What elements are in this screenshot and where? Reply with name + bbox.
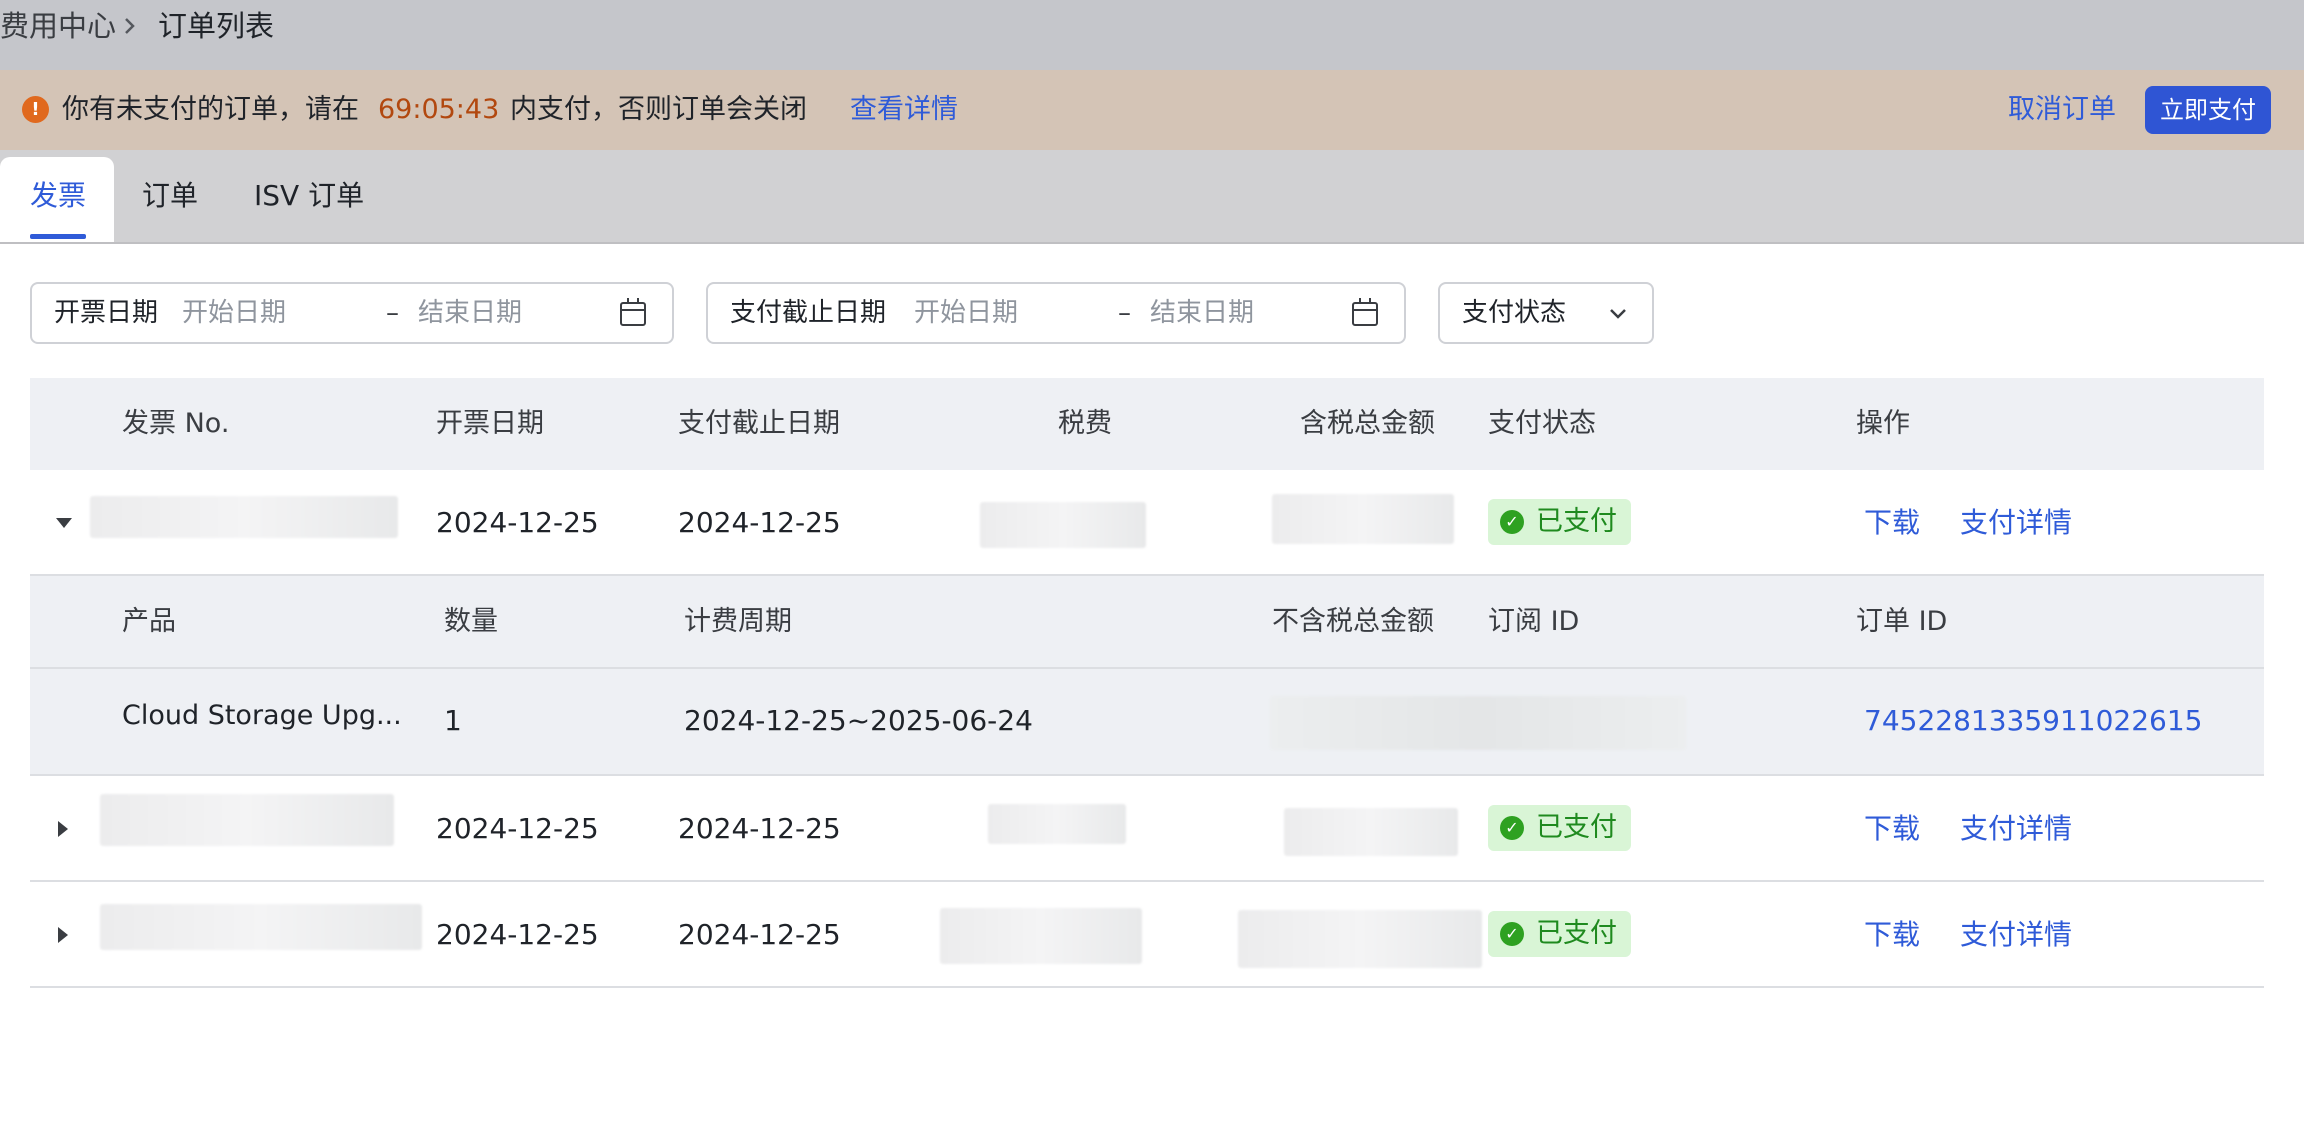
header-total-with-tax: 含税总金额 xyxy=(1300,408,1435,439)
check-circle-icon: ✓ xyxy=(1500,922,1524,946)
expand-row-icon[interactable] xyxy=(58,927,68,943)
chevron-down-icon xyxy=(1610,309,1626,319)
header-invoice-date: 开票日期 xyxy=(436,408,544,439)
breadcrumb-parent[interactable]: 费用中心 xyxy=(0,8,116,44)
divider xyxy=(30,986,2264,988)
due-end-date-input[interactable]: 结束日期 xyxy=(1150,297,1254,329)
pay-now-button[interactable]: 立即支付 xyxy=(2145,86,2271,134)
order-id-link[interactable]: 7452281335911022615 xyxy=(1864,703,2202,739)
invoice-number-redacted xyxy=(90,496,398,538)
header-tax: 税费 xyxy=(1058,408,1112,439)
subheader-quantity: 数量 xyxy=(444,606,498,637)
due-date-cell: 2024-12-25 xyxy=(678,506,841,539)
calendar-icon[interactable] xyxy=(1352,298,1378,326)
header-invoice-no: 发票 No. xyxy=(122,408,230,439)
breadcrumb-bar xyxy=(0,0,2304,70)
cancel-order-button[interactable]: 取消订单 xyxy=(2008,92,2116,128)
check-circle-icon: ✓ xyxy=(1500,510,1524,534)
header-actions: 操作 xyxy=(1856,408,1910,439)
due-date-cell: 2024-12-25 xyxy=(678,812,841,845)
invoice-date-cell: 2024-12-25 xyxy=(436,918,599,951)
total-redacted xyxy=(1238,910,1482,968)
invoice-number-redacted xyxy=(100,904,422,950)
status-badge: ✓ 已支付 xyxy=(1488,805,1631,851)
tax-redacted xyxy=(980,502,1146,548)
product-cell: Cloud Storage Upg... xyxy=(122,700,402,731)
subheader-billing-period: 计费周期 xyxy=(684,606,792,637)
check-circle-icon: ✓ xyxy=(1500,816,1524,840)
divider xyxy=(30,774,2264,776)
header-due-date: 支付截止日期 xyxy=(678,408,840,439)
billing-period-cell: 2024-12-25~2025-06-24 xyxy=(684,704,1033,737)
invoice-number-redacted xyxy=(100,794,394,846)
subheader-order-id: 订单 ID xyxy=(1856,606,1948,637)
due-start-date-input[interactable]: 开始日期 xyxy=(914,297,1018,329)
tab-active-indicator xyxy=(30,234,86,239)
subheader-product: 产品 xyxy=(122,606,176,637)
date-range-dash: – xyxy=(386,298,399,328)
tax-redacted xyxy=(988,804,1126,844)
notice-text-before: 你有未支付的订单，请在 xyxy=(62,94,359,125)
status-badge-label: 已支付 xyxy=(1536,506,1617,537)
download-link[interactable]: 下载 xyxy=(1864,917,1920,953)
tab-invoice[interactable]: 发票 xyxy=(30,176,86,216)
amount-and-subscription-redacted xyxy=(1270,696,1686,750)
status-badge: ✓ 已支付 xyxy=(1488,911,1631,957)
subheader-total-without-tax: 不含税总金额 xyxy=(1272,606,1434,637)
due-date-label: 支付截止日期 xyxy=(730,298,887,328)
breadcrumb-current: 订单列表 xyxy=(158,9,275,43)
invoice-end-date-input[interactable]: 结束日期 xyxy=(418,297,522,329)
subheader-subscription-id: 订阅 ID xyxy=(1488,606,1580,637)
notice-text-after: 内支付，否则订单会关闭 xyxy=(510,94,807,125)
tab-isv-order[interactable]: ISV 订单 xyxy=(254,176,364,216)
date-range-dash: – xyxy=(1118,298,1131,328)
invoice-start-date-input[interactable]: 开始日期 xyxy=(182,297,286,329)
calendar-icon[interactable] xyxy=(620,298,646,326)
status-badge: ✓ 已支付 xyxy=(1488,499,1631,545)
invoice-date-cell: 2024-12-25 xyxy=(436,812,599,845)
tab-order[interactable]: 订单 xyxy=(142,176,198,216)
divider xyxy=(30,667,2264,669)
table-header xyxy=(30,378,2264,470)
payment-status-label: 支付状态 xyxy=(1462,298,1567,328)
payment-details-link[interactable]: 支付详情 xyxy=(1960,811,2072,847)
view-details-link[interactable]: 查看详情 xyxy=(850,92,958,128)
divider xyxy=(30,880,2264,882)
status-badge-label: 已支付 xyxy=(1536,812,1617,843)
payment-details-link[interactable]: 支付详情 xyxy=(1960,917,2072,953)
total-redacted xyxy=(1284,808,1458,856)
countdown-timer: 69:05:43 xyxy=(378,94,500,125)
exclamation-icon: ! xyxy=(22,96,49,123)
divider xyxy=(30,574,2264,576)
collapse-row-icon[interactable] xyxy=(56,518,72,528)
tax-redacted xyxy=(940,908,1142,964)
status-badge-label: 已支付 xyxy=(1536,918,1617,949)
expand-row-icon[interactable] xyxy=(58,821,68,837)
quantity-cell: 1 xyxy=(444,704,462,737)
invoice-date-cell: 2024-12-25 xyxy=(436,506,599,539)
invoice-date-label: 开票日期 xyxy=(54,298,159,328)
total-redacted xyxy=(1272,494,1454,544)
download-link[interactable]: 下载 xyxy=(1864,811,1920,847)
chevron-right-icon xyxy=(125,18,135,34)
header-payment-status: 支付状态 xyxy=(1488,408,1596,439)
payment-details-link[interactable]: 支付详情 xyxy=(1960,505,2072,541)
due-date-cell: 2024-12-25 xyxy=(678,918,841,951)
download-link[interactable]: 下载 xyxy=(1864,505,1920,541)
